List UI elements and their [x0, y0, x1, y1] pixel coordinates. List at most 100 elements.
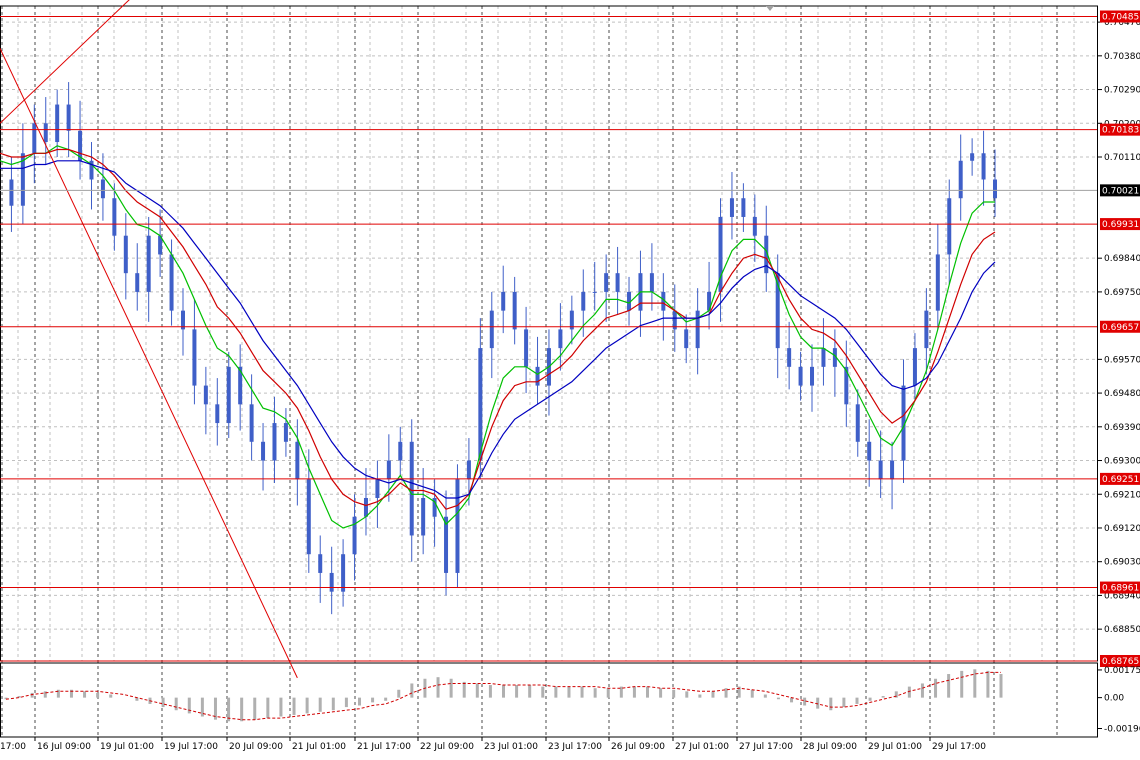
x-tick-label: 27 Jul 17:00	[739, 742, 793, 752]
y-tick-label: 0.69390	[1104, 423, 1140, 433]
candle-body	[935, 254, 940, 311]
candle-body	[867, 441, 872, 461]
x-tick-label: 27 Jul 01:00	[675, 742, 729, 752]
candle-body	[729, 198, 734, 217]
level-label: 0.69251	[1102, 475, 1139, 485]
x-tick-label: 23 Jul 01:00	[484, 742, 538, 752]
x-tick-label: 17:00	[0, 742, 26, 752]
x-tick-label: 22 Jul 09:00	[420, 742, 474, 752]
candle-body	[55, 104, 60, 143]
candle-body	[924, 310, 929, 349]
x-tick-label: 23 Jul 17:00	[548, 742, 602, 752]
candle-body	[993, 179, 997, 199]
candle-body	[135, 273, 140, 292]
candle-body	[512, 291, 517, 330]
candle-body	[169, 254, 174, 311]
candle-body	[810, 366, 815, 386]
candle-body	[43, 123, 48, 143]
x-tick-label: 16 Jul 09:00	[37, 742, 91, 752]
level-label: 0.70485	[1102, 12, 1139, 22]
y-tick-label: 0.68850	[1104, 625, 1140, 635]
candle-body	[295, 441, 300, 480]
x-tick-label: 29 Jul 01:00	[868, 742, 922, 752]
y-tick-label: 0.70380	[1104, 52, 1140, 62]
candle-body	[604, 273, 609, 292]
y-tick-label: 0.70110	[1104, 153, 1140, 163]
candle-body	[466, 460, 471, 480]
candle-body	[306, 479, 311, 555]
osc-tick-label: 0.001759	[1104, 666, 1140, 676]
x-tick-label: 26 Jul 09:00	[611, 742, 665, 752]
candle-body	[821, 348, 826, 367]
candle-body	[100, 179, 105, 199]
candle-body	[272, 423, 277, 461]
candle-body	[329, 572, 334, 592]
y-tick-label: 0.69030	[1104, 558, 1140, 568]
candle-body	[444, 516, 449, 573]
forex-chart[interactable]: 0.704700.703800.702900.702000.701100.698…	[0, 0, 1140, 756]
candle-body	[787, 348, 792, 367]
osc-tick-label: -0.00196	[1104, 724, 1140, 734]
x-tick-label: 28 Jul 09:00	[803, 742, 857, 752]
candle-body	[318, 554, 323, 573]
y-tick-label: 0.69120	[1104, 524, 1140, 534]
y-tick-label: 0.69840	[1104, 254, 1140, 264]
x-tick-label: 20 Jul 09:00	[229, 742, 283, 752]
candle-body	[890, 460, 895, 480]
candle-body	[695, 310, 700, 349]
candle-body	[341, 554, 346, 592]
candle-body	[741, 198, 746, 217]
candle-body	[261, 441, 266, 461]
candle-body	[855, 404, 860, 442]
candle-body	[386, 460, 391, 480]
candle-body	[958, 160, 963, 199]
candle-body	[535, 366, 540, 386]
candle-body	[421, 497, 426, 536]
candle-body	[283, 423, 288, 442]
candle-body	[478, 348, 483, 461]
candle-body	[9, 179, 14, 206]
x-tick-label: 21 Jul 17:00	[357, 742, 411, 752]
candle-body	[592, 291, 597, 293]
candle-body	[878, 460, 883, 480]
y-tick-label: 0.69210	[1104, 490, 1140, 500]
candle-body	[112, 198, 117, 236]
x-tick-label: 19 Jul 17:00	[164, 742, 218, 752]
candle-body	[501, 291, 506, 311]
y-tick-label: 0.70290	[1104, 86, 1140, 96]
x-tick-label: 29 Jul 17:00	[932, 742, 986, 752]
candle-body	[489, 310, 494, 349]
candle-body	[752, 216, 757, 236]
candle-body	[581, 291, 586, 311]
y-tick-label: 0.69750	[1104, 288, 1140, 298]
candle-body	[32, 123, 37, 154]
candle-body	[409, 441, 414, 536]
candle-body	[249, 404, 254, 442]
level-label: 0.69657	[1102, 323, 1139, 333]
candle-body	[363, 497, 368, 517]
x-tick-label: 21 Jul 01:00	[292, 742, 346, 752]
candle-body	[524, 329, 529, 367]
current-price-label: 0.70021	[1102, 186, 1139, 196]
candle-body	[455, 479, 460, 573]
candle-body	[649, 273, 654, 292]
candle-body	[226, 366, 231, 424]
level-label: 0.70183	[1102, 126, 1139, 136]
candle-body	[66, 104, 71, 131]
candle-body	[375, 479, 380, 498]
candle-body	[912, 348, 917, 386]
candle-body	[215, 404, 220, 424]
candle-body	[981, 153, 986, 180]
candle-body	[558, 329, 563, 349]
chart-canvas[interactable]: 0.704700.703800.702900.702000.701100.698…	[0, 0, 1140, 756]
chart-background	[0, 0, 1140, 756]
y-tick-label: 0.69300	[1104, 457, 1140, 467]
candle-body	[398, 441, 403, 461]
candle-body	[684, 329, 689, 349]
osc-tick-label: 0.00	[1104, 694, 1124, 704]
candle-body	[192, 329, 197, 386]
y-tick-label: 0.69480	[1104, 389, 1140, 399]
candle-body	[947, 198, 952, 255]
level-label: 0.69931	[1102, 220, 1139, 230]
y-tick-label: 0.69570	[1104, 355, 1140, 365]
